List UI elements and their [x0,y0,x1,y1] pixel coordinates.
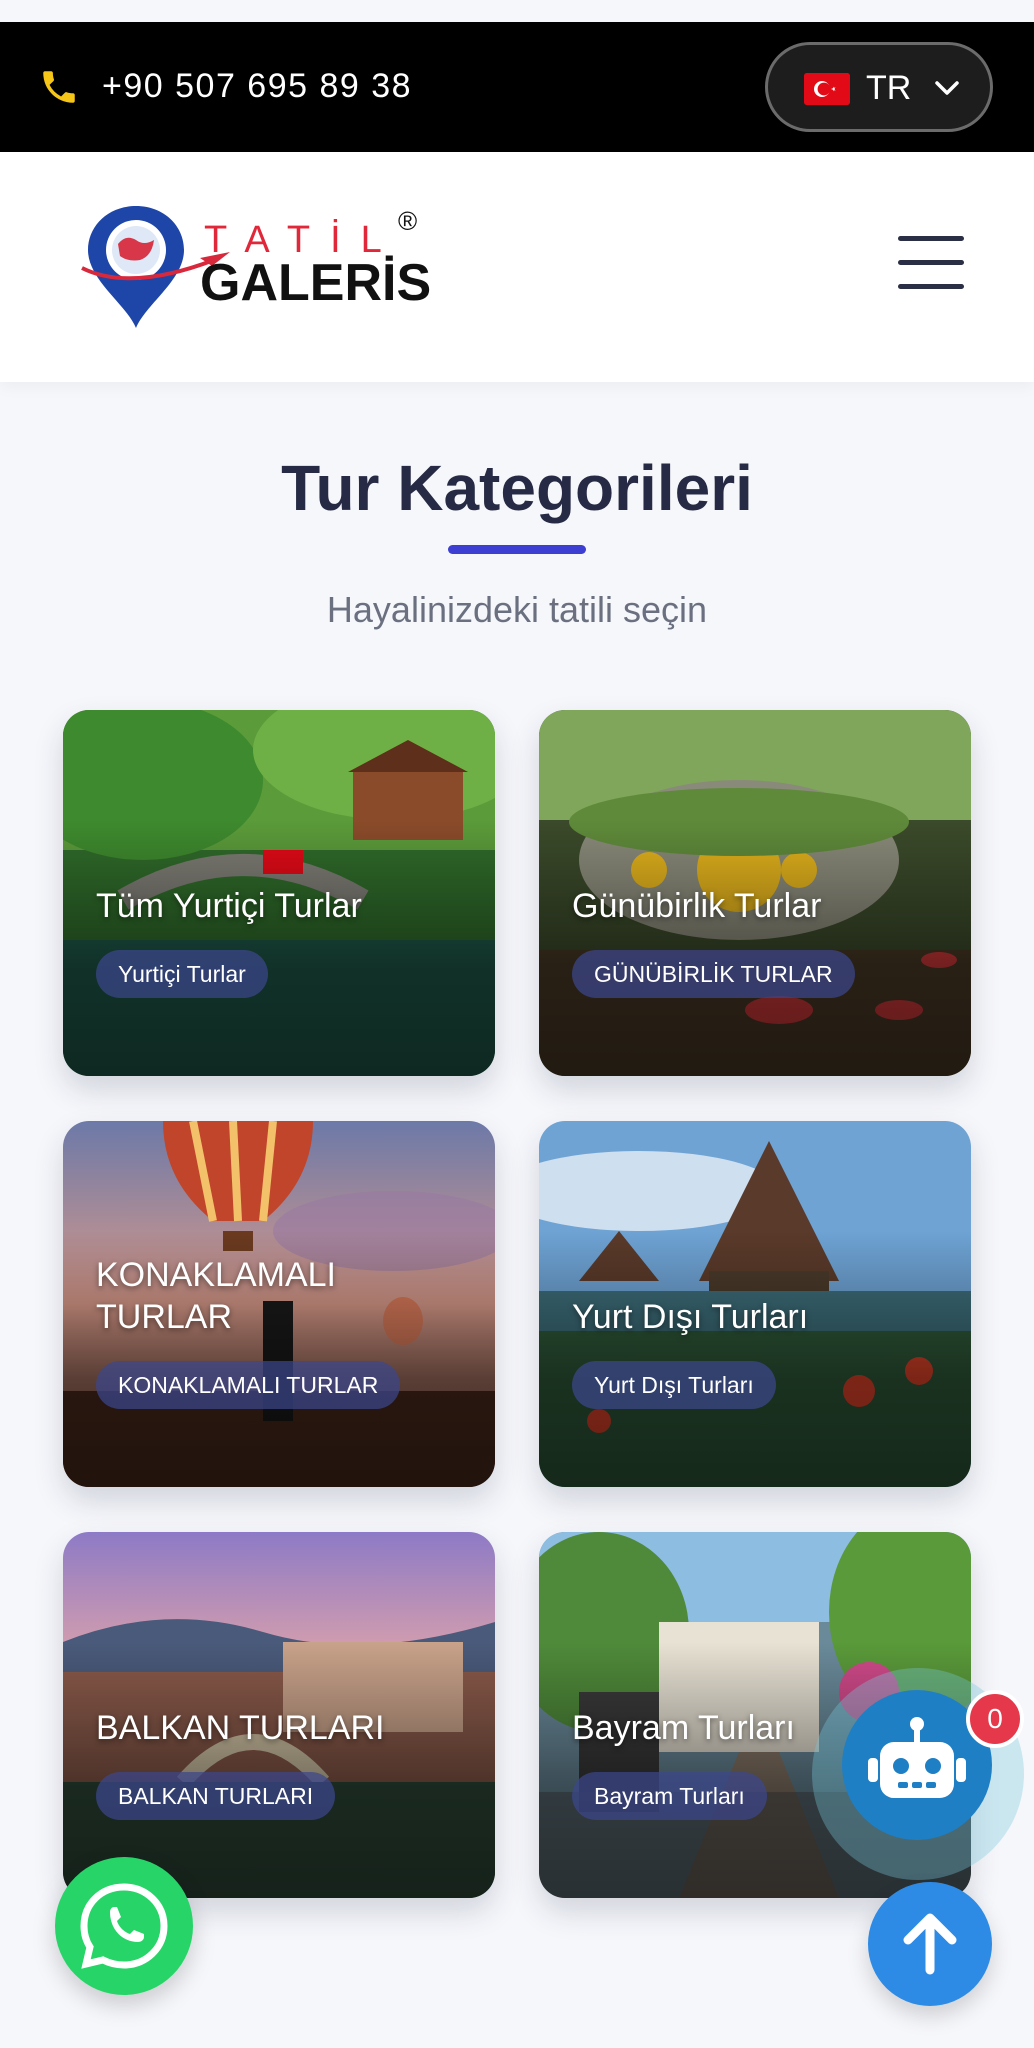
card-title: BALKAN TURLARI [96,1709,385,1747]
arrow-up-icon [903,1913,957,1975]
category-card[interactable]: BALKAN TURLARI BALKAN TURLARI [63,1532,495,1898]
phone-number[interactable]: +90 507 695 89 38 [102,62,412,110]
site-header: TATİL GALERİSİ ® [0,152,1034,382]
phone-icon[interactable] [38,66,80,108]
card-tag[interactable]: KONAKLAMALI TURLAR [96,1361,401,1409]
category-card[interactable]: Yurt Dışı Turları Yurt Dışı Turları [539,1121,971,1487]
card-title: Günübirlik Turlar [572,887,822,925]
menu-icon[interactable] [890,230,970,296]
chevron-down-icon [935,81,959,95]
language-selector[interactable]: TR [765,42,993,132]
section-title: Tur Kategorileri [281,452,753,524]
card-tag[interactable]: Yurtiçi Turlar [96,950,268,998]
category-card[interactable]: Tüm Yurtiçi Turlar Yurtiçi Turlar [63,710,495,1076]
card-tag[interactable]: GÜNÜBİRLİK TURLAR [572,950,855,998]
section-subtitle: Hayalinizdeki tatili seçin [326,589,708,630]
logo-registered: ® [398,206,417,236]
card-tag[interactable]: Bayram Turları [572,1772,767,1820]
card-title: KONAKLAMALI TURLAR [96,1256,336,1336]
language-code: TR [866,69,912,107]
card-tag[interactable]: BALKAN TURLARI [96,1772,336,1820]
whatsapp-icon [80,1883,168,1969]
card-title: Tüm Yurtiçi Turlar [96,887,362,925]
logo-line2: GALERİSİ [200,254,434,312]
title-underline [448,545,586,554]
category-card[interactable]: Günübirlik Turlar GÜNÜBİRLİK TURLAR [539,710,971,1076]
scroll-top-button[interactable] [868,1882,992,2006]
whatsapp-button[interactable] [55,1857,193,1995]
card-title: Yurt Dışı Turları [572,1298,809,1336]
top-bar: +90 507 695 89 38 TR [0,22,1034,152]
card-tag[interactable]: Yurt Dışı Turları [572,1361,776,1409]
site-logo[interactable]: TATİL GALERİSİ ® [74,200,434,330]
status-strip [0,0,1034,22]
flag-tr-icon [804,73,850,105]
category-card[interactable]: KONAKLAMALI TURLAR KONAKLAMALI TURLAR [63,1121,495,1487]
chatbot-badge: 0 [966,1690,1024,1748]
